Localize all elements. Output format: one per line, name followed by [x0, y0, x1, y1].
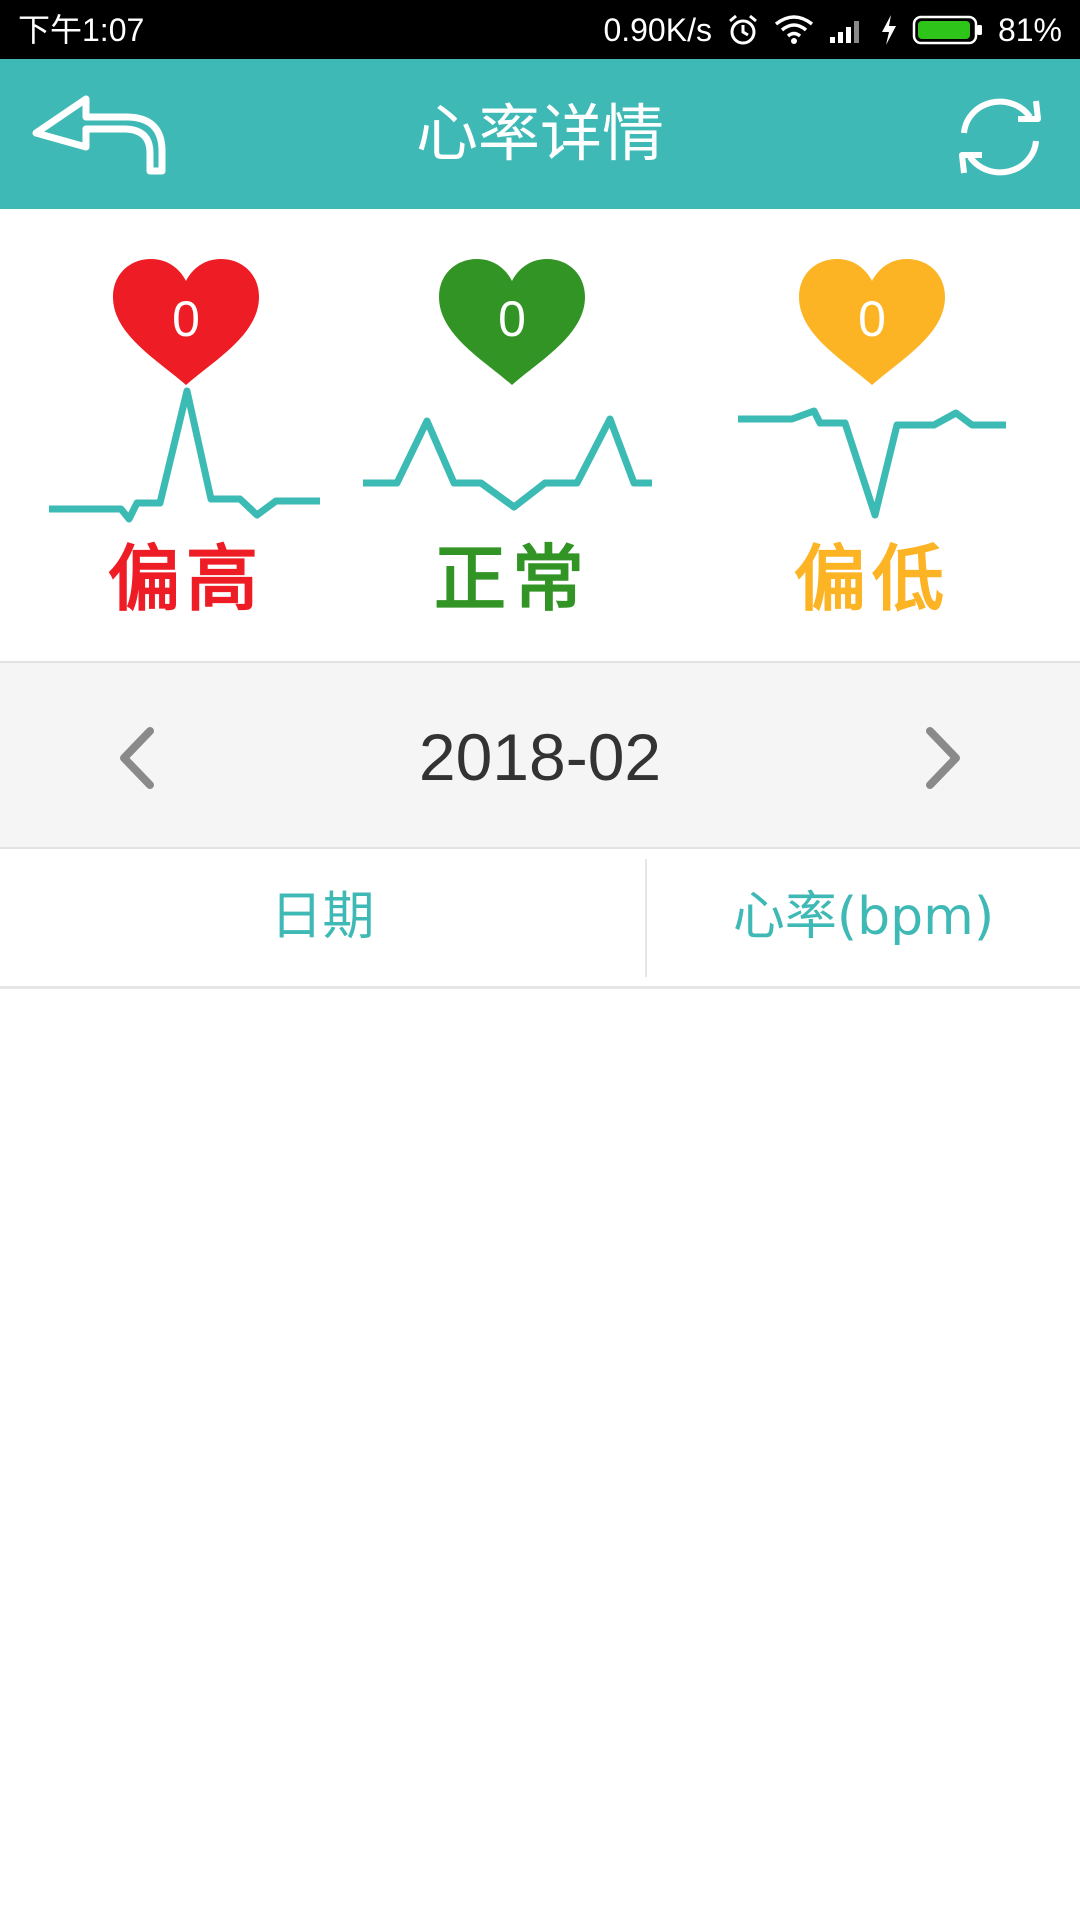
- battery-percent: 81%: [997, 11, 1062, 48]
- summary-low[interactable]: 0 偏低: [712, 209, 1032, 661]
- heart-icon-normal: 0: [439, 259, 585, 387]
- low-count: 0: [858, 291, 886, 347]
- net-speed: 0.90K/s: [603, 11, 712, 48]
- normal-count: 0: [498, 291, 526, 347]
- table-header: 日期 心率(bpm): [0, 849, 1080, 989]
- next-month-button[interactable]: [910, 723, 970, 793]
- signal-icon: [828, 15, 866, 45]
- heart-icon-low: 0: [799, 259, 945, 387]
- battery-icon: [912, 14, 984, 46]
- chevron-right-icon: [926, 727, 960, 789]
- page-title: 心率详情: [415, 97, 664, 170]
- status-time: 下午1:07: [18, 12, 145, 48]
- status-right-group: 0.90K/s 81%: [603, 10, 1062, 50]
- status-bar: 下午1:07 0.90K/s 81%: [0, 0, 1080, 59]
- charging-icon: [880, 14, 898, 46]
- column-date: 日期: [270, 887, 375, 947]
- column-heart-rate: 心率(bpm): [732, 887, 995, 947]
- heart-rate-list[interactable]: [0, 989, 1080, 1920]
- heart-rate-detail-screen: 下午1:07 0.90K/s 81% 心率详情 0 偏高 0 正常 0 偏低 2…: [0, 0, 1080, 1920]
- heart-icon-high: 0: [113, 259, 259, 387]
- month-switcher: 2018-02: [0, 661, 1080, 849]
- normal-label: 正常: [433, 537, 590, 621]
- ecg-wave-high: [49, 387, 320, 523]
- high-label: 偏高: [107, 537, 264, 621]
- low-label: 偏低: [793, 537, 950, 621]
- refresh-icon: [959, 98, 1041, 176]
- ecg-wave-low: [738, 407, 1006, 519]
- summary-normal[interactable]: 0 正常: [352, 209, 672, 661]
- refresh-button[interactable]: [950, 95, 1050, 179]
- wifi-icon: [774, 14, 814, 46]
- heart-rate-summary: 0 偏高 0 正常 0 偏低: [0, 209, 1080, 661]
- ecg-wave-normal: [363, 415, 652, 511]
- alarm-icon: [726, 13, 760, 47]
- app-bar: 心率详情: [0, 59, 1080, 209]
- high-count: 0: [172, 291, 200, 347]
- summary-high[interactable]: 0 偏高: [26, 209, 346, 661]
